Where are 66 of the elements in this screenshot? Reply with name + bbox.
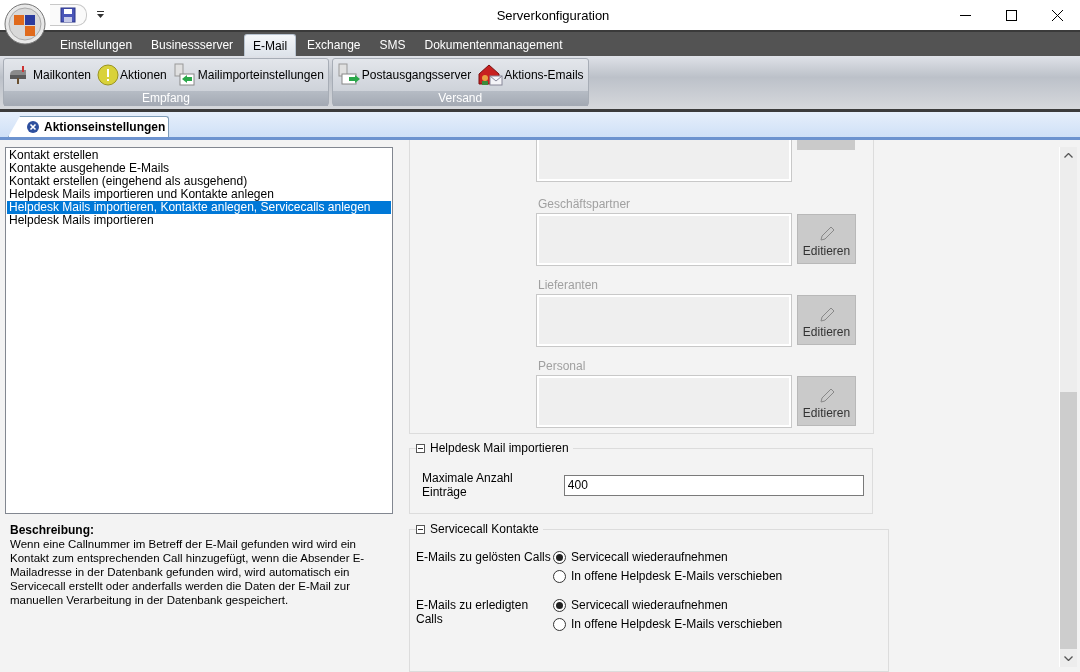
list-item[interactable]: Kontakte ausgehende E-Mails bbox=[7, 162, 391, 175]
ribbon-tab[interactable]: SMS bbox=[371, 34, 414, 56]
server-export-icon bbox=[336, 63, 361, 87]
house-mail-icon bbox=[477, 63, 504, 87]
ribbon-tab[interactable]: Dokumentenmanagement bbox=[416, 34, 571, 56]
edit-button[interactable]: Editieren bbox=[797, 295, 856, 345]
exclamation-icon bbox=[97, 64, 120, 86]
pencil-icon bbox=[818, 388, 835, 404]
ribbon-button[interactable]: Postausgangsserver bbox=[334, 59, 474, 91]
radio-button[interactable] bbox=[553, 617, 566, 631]
close-icon bbox=[1051, 9, 1063, 21]
group-title: Helpdesk Mail importieren bbox=[430, 441, 569, 455]
save-icon[interactable] bbox=[60, 7, 76, 23]
window-title: Serverkonfiguration bbox=[495, 7, 611, 23]
collapse-button[interactable] bbox=[416, 443, 425, 453]
list-item[interactable]: Helpdesk Mails importieren, Kontakte anlegen, Servicecalls anlegen bbox=[7, 201, 391, 214]
customize-caret-icon[interactable] bbox=[97, 11, 104, 19]
radio-label[interactable]: In offene Helpdesk E-Mails verschieben bbox=[571, 569, 783, 584]
scroll-thumb[interactable] bbox=[1060, 392, 1077, 649]
input-field[interactable]: 400 bbox=[563, 474, 864, 496]
recipient-field[interactable] bbox=[537, 214, 791, 265]
recipient-field[interactable] bbox=[537, 376, 791, 427]
list-item[interactable]: Kontakt erstellen bbox=[7, 149, 391, 162]
radio-button[interactable] bbox=[553, 598, 566, 612]
radio-label[interactable]: In offene Helpdesk E-Mails verschieben bbox=[571, 617, 783, 632]
ribbon-button[interactable]: Mailimporteinstellungen bbox=[170, 59, 326, 91]
field-label: Personal bbox=[537, 359, 587, 375]
pencil-icon bbox=[818, 307, 835, 323]
recipient-field[interactable] bbox=[537, 295, 791, 346]
description-text: Wenn eine Callnummer im Betreff der E-Mail gefunden wird wird ein Kontakt zum entsprechenden Call hinzugefügt, wenn die Absender E-Mailadresse in der Datenbank gefunden wird, wird automatisch ein Servicecall erstellt oder anderfalls werden die Daten der E-Mail zur manuellen Verarbeitung in der Datenbank gespeichert. bbox=[10, 537, 366, 607]
chevron-down-icon bbox=[1064, 656, 1073, 661]
ribbon-tab[interactable]: Exchange bbox=[299, 34, 369, 56]
ribbon-tab[interactable]: Einstellungen bbox=[52, 34, 141, 56]
ribbon-tab[interactable]: E-Mail bbox=[244, 34, 297, 56]
collapse-button[interactable] bbox=[416, 524, 425, 534]
group-title: Servicecall Kontakte bbox=[430, 522, 539, 537]
pencil-icon bbox=[818, 226, 835, 242]
radio-label[interactable]: Servicecall wiederaufnehmen bbox=[571, 598, 728, 613]
field-label: Maximale Anzahl Einträge bbox=[422, 471, 514, 499]
ribbon-button[interactable]: Mailkonten bbox=[6, 59, 94, 91]
recipient-field[interactable] bbox=[537, 140, 791, 181]
ribbon-group-label: Empfang bbox=[4, 91, 328, 106]
field-label: Geschäftspartner bbox=[537, 197, 632, 213]
option-label: E-Mails zu erledigten Calls bbox=[416, 598, 530, 629]
radio-button[interactable] bbox=[553, 569, 566, 583]
chevron-up-icon bbox=[1064, 153, 1073, 158]
description-heading: Beschreibung: bbox=[10, 523, 95, 537]
list-item[interactable]: Helpdesk Mails importieren bbox=[7, 214, 391, 227]
field-label: Lieferanten bbox=[537, 278, 600, 294]
document-tab[interactable]: Aktionseinstellungen bbox=[8, 116, 170, 137]
close-icon[interactable] bbox=[27, 121, 39, 133]
option-label: E-Mails zu gelösten Calls bbox=[416, 550, 552, 567]
radio-button[interactable] bbox=[553, 550, 566, 564]
list-item[interactable]: Helpdesk Mails importieren und Kontakte anlegen bbox=[7, 188, 391, 201]
ribbon-button[interactable]: Aktions-Emails bbox=[475, 59, 586, 91]
server-import-icon bbox=[172, 63, 197, 87]
edit-button[interactable]: Editieren bbox=[797, 376, 856, 426]
ribbon-tab[interactable]: Businessserver bbox=[143, 34, 242, 56]
list-item[interactable]: Kontakt erstellen (eingehend als ausgehend) bbox=[7, 175, 391, 188]
minimize-icon bbox=[959, 14, 971, 16]
ribbon-group-label: Versand bbox=[332, 91, 588, 106]
ribbon-button[interactable]: Aktionen bbox=[95, 59, 169, 91]
radio-label[interactable]: Servicecall wiederaufnehmen bbox=[571, 550, 728, 565]
edit-button[interactable]: Editieren bbox=[797, 214, 856, 264]
scrollbar[interactable] bbox=[1059, 147, 1077, 667]
maximize-icon bbox=[1005, 9, 1017, 21]
